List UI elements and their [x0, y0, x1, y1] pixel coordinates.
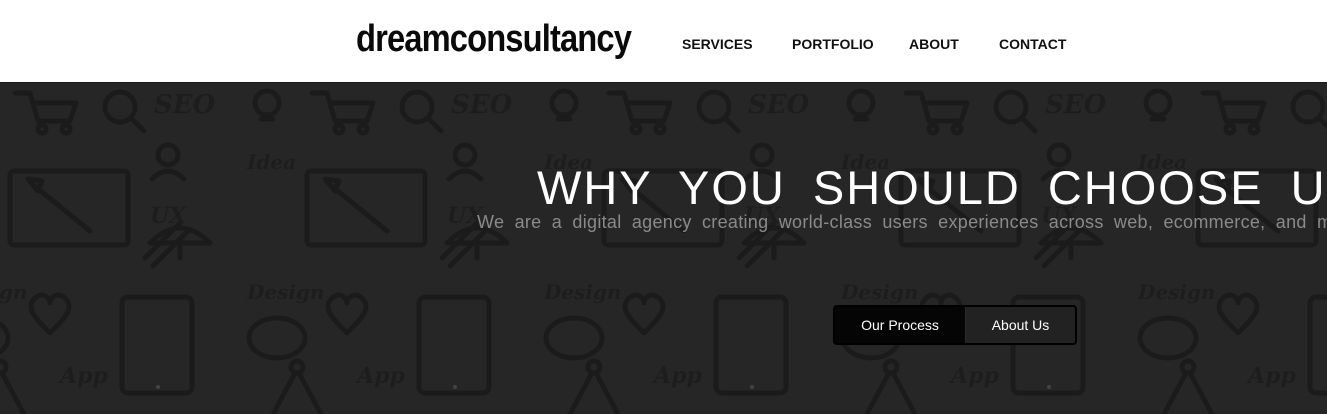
- icon-pattern-background: SEO Idea UX Design App: [0, 83, 1327, 414]
- our-process-button[interactable]: Our Process: [835, 307, 966, 343]
- hero-subtitle: We are a digital agency creating world-c…: [477, 212, 1327, 232]
- hero-button-group: Our Process About Us: [833, 305, 1077, 345]
- nav-item-services[interactable]: SERVICES: [682, 35, 753, 53]
- site-header: dreamconsultancy SERVICES PORTFOLIO ABOU…: [0, 0, 1327, 83]
- nav-item-portfolio[interactable]: PORTFOLIO: [792, 35, 874, 53]
- about-us-button[interactable]: About Us: [966, 307, 1075, 343]
- site-logo[interactable]: dreamconsultancy: [356, 16, 632, 62]
- page: dreamconsultancy SERVICES PORTFOLIO ABOU…: [0, 0, 1327, 414]
- nav-item-about[interactable]: ABOUT: [909, 35, 959, 53]
- hero-section: SEO Idea UX Design App WHY YOU SHOULD CH…: [0, 83, 1327, 414]
- nav-item-contact[interactable]: CONTACT: [999, 35, 1066, 53]
- hero-title: WHY YOU SHOULD CHOOSE US: [537, 161, 1327, 214]
